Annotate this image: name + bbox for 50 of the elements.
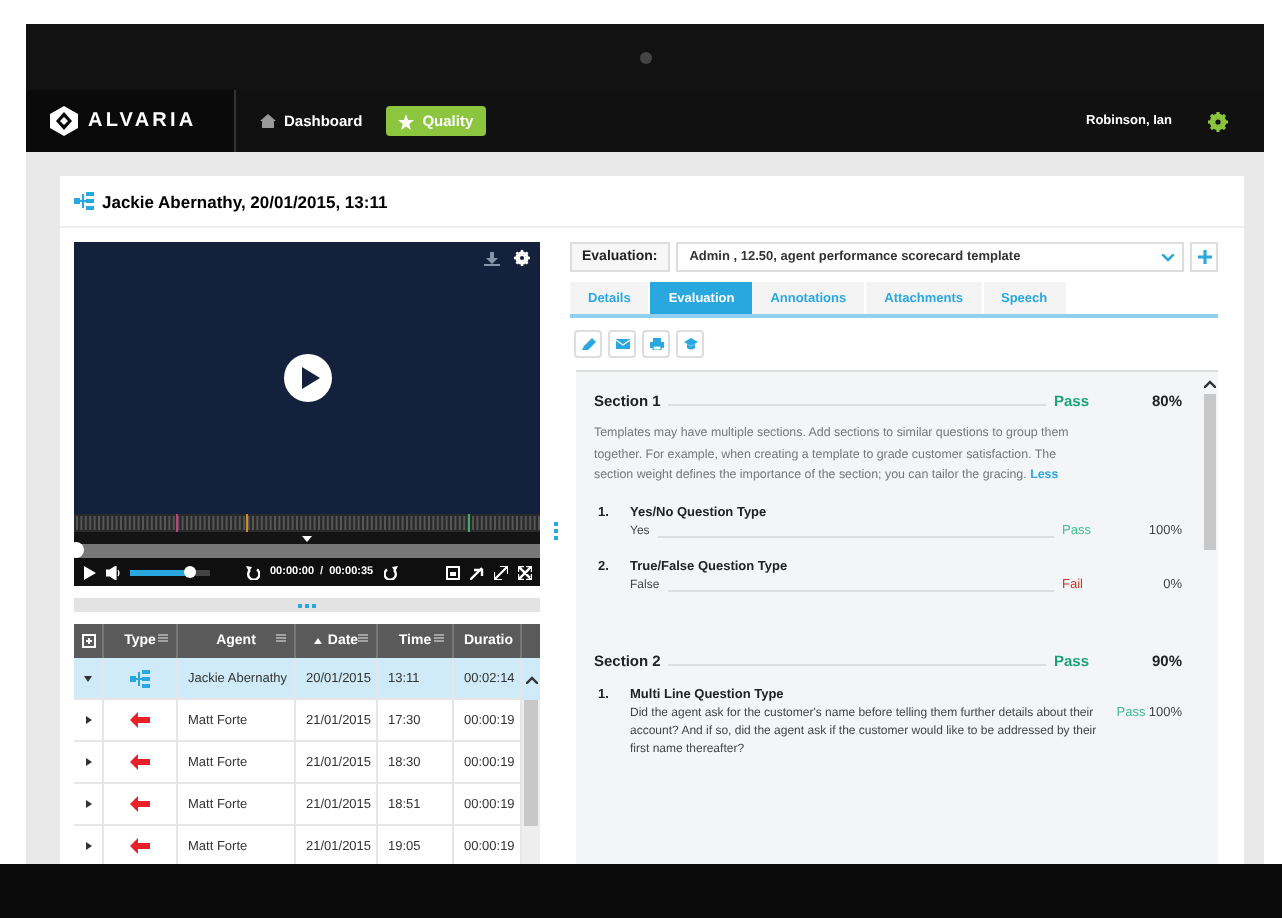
arrow-icon bbox=[130, 754, 150, 770]
sort-icon bbox=[313, 638, 322, 644]
collapse-icon[interactable] bbox=[84, 675, 92, 681]
volume-slider[interactable] bbox=[130, 569, 210, 575]
arrow-icon bbox=[130, 796, 150, 812]
hierarchy-icon bbox=[130, 669, 150, 687]
print-button[interactable] bbox=[642, 330, 670, 358]
fullscreen-icon[interactable] bbox=[518, 565, 532, 579]
scrollbar-thumb[interactable] bbox=[524, 700, 538, 826]
scroll-up-icon[interactable] bbox=[1204, 380, 1216, 388]
replay-icon[interactable] bbox=[246, 565, 260, 579]
settings-icon[interactable] bbox=[1208, 111, 1228, 131]
print-icon bbox=[649, 338, 663, 350]
scrollbar-thumb[interactable] bbox=[1204, 394, 1216, 550]
plus-icon bbox=[1197, 250, 1211, 264]
progress-handle[interactable] bbox=[68, 542, 84, 558]
column-menu-icon[interactable] bbox=[358, 634, 368, 642]
home-icon bbox=[260, 114, 276, 128]
expand-icon[interactable] bbox=[85, 842, 91, 850]
forward-icon[interactable] bbox=[383, 565, 398, 579]
play-icon[interactable] bbox=[82, 565, 96, 579]
hierarchy-icon bbox=[74, 192, 94, 210]
logo-text: ALVARIA bbox=[88, 110, 197, 132]
add-button[interactable] bbox=[1190, 242, 1218, 272]
expand-icon[interactable] bbox=[85, 716, 91, 724]
picture-in-picture-icon[interactable] bbox=[446, 565, 460, 579]
column-menu-icon[interactable] bbox=[434, 634, 444, 642]
column-menu-icon[interactable] bbox=[158, 634, 168, 642]
download-icon[interactable] bbox=[484, 251, 500, 265]
column-menu-icon[interactable] bbox=[276, 634, 286, 642]
arrow-icon bbox=[130, 712, 150, 728]
camera-icon bbox=[639, 52, 651, 64]
scroll-up-icon[interactable] bbox=[525, 675, 537, 683]
chevron-down-icon bbox=[1162, 253, 1174, 261]
training-icon bbox=[683, 338, 697, 350]
record-title: Jackie Abernathy, 20/01/2015, 13:11 bbox=[102, 191, 388, 211]
play-button[interactable] bbox=[283, 354, 331, 402]
training-button[interactable] bbox=[676, 330, 704, 358]
logo-icon bbox=[50, 106, 78, 136]
edit-icon bbox=[581, 338, 595, 350]
expand-icon[interactable] bbox=[494, 565, 508, 579]
expand-all-icon[interactable] bbox=[81, 634, 95, 648]
email-button[interactable] bbox=[608, 330, 636, 358]
email-icon bbox=[615, 338, 629, 350]
edit-button[interactable] bbox=[574, 330, 602, 358]
volume-icon[interactable] bbox=[106, 565, 120, 579]
star-icon bbox=[398, 113, 415, 129]
expand-icon[interactable] bbox=[85, 800, 91, 808]
expand-icon[interactable] bbox=[85, 758, 91, 766]
arrow-icon bbox=[130, 838, 150, 854]
